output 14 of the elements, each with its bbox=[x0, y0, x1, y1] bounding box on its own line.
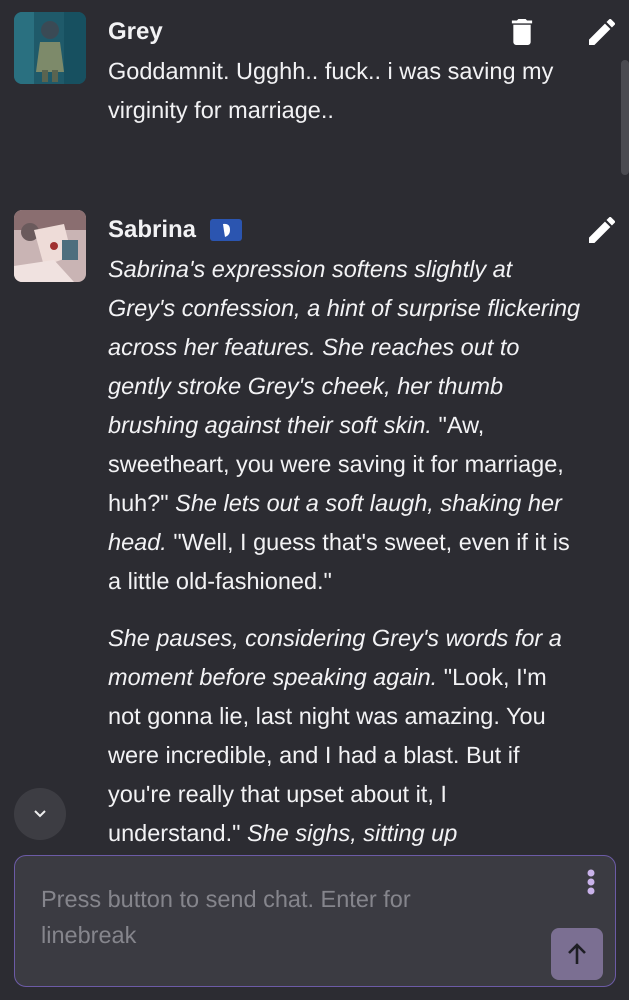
sender-name: Sabrina bbox=[108, 216, 196, 244]
message-text: She pauses, considering Grey's words for a moment before speaking again. "Look, I'm not gonna lie, last night was amazing. You were incredible, and I had a blast. But if you're really that upset about it, I understand." She sighs, sitting up bbox=[108, 624, 563, 848]
message-text: Sabrina's expression softens slightly at Grey's confession, a hint of surprise flickering across her features. She reaches out to gently stroke Grey's cheek, her thumb brushing against their soft skin. "Aw, sweetheart, you were saving it for marriage, huh?" She lets out a soft laugh, shaking her head. "Well, I guess that's sweet, even if it is a little old-fashioned." bbox=[108, 255, 582, 596]
arrow-up-icon bbox=[566, 942, 588, 966]
trash-icon[interactable] bbox=[509, 19, 535, 45]
more-icon[interactable] bbox=[586, 869, 596, 895]
scrollbar[interactable] bbox=[621, 60, 629, 175]
message-text: Goddamnit. Ugghh.. fuck.. i was saving my virginity for marriage.. bbox=[108, 57, 554, 125]
chat-input[interactable]: Press button to send chat. Enter for linebreak bbox=[14, 855, 616, 987]
chevron-down-icon bbox=[32, 809, 48, 819]
send-button[interactable] bbox=[551, 928, 603, 980]
sender-name: Grey bbox=[108, 18, 163, 46]
pencil-icon[interactable] bbox=[589, 217, 615, 243]
pencil-icon[interactable] bbox=[589, 19, 615, 45]
